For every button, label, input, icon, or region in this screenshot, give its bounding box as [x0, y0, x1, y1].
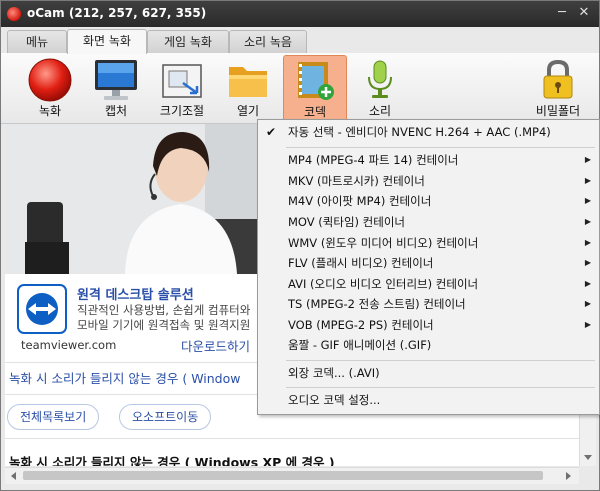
record-icon — [28, 58, 72, 102]
scroll-left-icon[interactable] — [9, 471, 17, 481]
submenu-arrow-icon: ▶ — [584, 155, 591, 164]
ocam-app-icon — [7, 7, 21, 21]
record-button[interactable]: 녹화 — [19, 55, 81, 121]
open-label: 열기 — [236, 104, 260, 118]
lock-icon — [543, 59, 573, 99]
menu-separator — [286, 147, 595, 148]
close-button[interactable]: ✕ — [575, 5, 593, 21]
submenu-arrow-icon: ▶ — [584, 196, 591, 205]
secret-folder-label: 비밀폴더 — [535, 104, 581, 118]
tab-audio-record[interactable]: 소리 녹음 — [229, 30, 307, 53]
ad-download-link[interactable]: 다운로드하기 — [181, 336, 250, 355]
ad-body-line-2: 모바일 기기에 원격접속 및 원격지원 — [77, 318, 251, 332]
open-button[interactable]: 열기 — [217, 55, 279, 121]
menu-item-auto-select[interactable]: ✔ 자동 선택 - 엔비디아 NVENC H.264 + AAC (.MP4) — [258, 122, 599, 142]
tab-menu[interactable]: 메뉴 — [7, 30, 67, 53]
folder-icon — [229, 67, 267, 97]
secret-folder-button[interactable]: 비밀폴더 — [527, 55, 589, 121]
capture-button[interactable]: 캡처 — [85, 55, 147, 121]
window-title: oCam (212, 257, 627, 355) — [27, 6, 207, 20]
resize-icon — [162, 64, 202, 98]
audio-label: 소리 — [368, 104, 392, 118]
submenu-arrow-icon: ▶ — [584, 176, 591, 185]
teamviewer-logo-icon — [17, 284, 67, 334]
ad-photo[interactable] — [5, 124, 257, 274]
codec-label: 코덱 — [303, 105, 327, 119]
view-all-button[interactable]: 전체목록보기 — [7, 404, 100, 430]
scroll-down-icon[interactable] — [583, 454, 593, 462]
resize-label: 크기조절 — [159, 104, 205, 118]
resize-button[interactable]: 크기조절 — [151, 55, 213, 121]
osoft-move-button[interactable]: 오소프트이동 — [119, 404, 212, 430]
article-link[interactable]: 녹화 시 소리가 들리지 않는 경우 ( Window — [9, 368, 240, 387]
ocam-window: oCam (212, 257, 627, 355) ─ ✕ 메뉴 화면 녹화 게… — [0, 0, 600, 491]
ad-body-line-1: 직관적인 사용방법, 손쉽게 컴퓨터와 — [77, 303, 251, 317]
article-heading: 녹화 시 소리가 들리지 않는 경우 ( Windows XP 에 경우 ) — [9, 455, 335, 466]
tab-screen-record[interactable]: 화면 녹화 — [67, 29, 147, 54]
menu-separator — [286, 387, 595, 388]
menu-item-wmv[interactable]: WMV (윈도우 미디어 비디오) 컨테이너 ▶ — [258, 233, 599, 253]
minimize-button[interactable]: ─ — [553, 5, 571, 21]
checkmark-icon: ✔ — [266, 125, 277, 139]
menu-item-gif[interactable]: 움짤 - GIF 애니메이션 (.GIF) — [258, 335, 599, 355]
title-bar[interactable]: oCam (212, 257, 627, 355) ─ ✕ — [1, 1, 599, 27]
ad-domain: teamviewer.com — [21, 338, 117, 352]
submenu-arrow-icon: ▶ — [584, 238, 591, 247]
film-codec-icon — [298, 62, 334, 100]
menu-separator — [286, 360, 595, 361]
divider — [5, 438, 579, 439]
menu-item-vob[interactable]: VOB (MPEG-2 PS) 컨테이너 ▶ — [258, 315, 599, 335]
codec-menu: ✔ 자동 선택 - 엔비디아 NVENC H.264 + AAC (.MP4) … — [257, 119, 600, 415]
ad-card[interactable]: 원격 데스크탑 솔루션 직관적인 사용방법, 손쉽게 컴퓨터와 모바일 기기에 … — [5, 274, 257, 362]
horizontal-scroll-thumb[interactable] — [23, 471, 543, 480]
monitor-icon — [95, 60, 137, 100]
menu-item-avi[interactable]: AVI (오디오 비디오 인터리브) 컨테이너 ▶ — [258, 274, 599, 294]
submenu-arrow-icon: ▶ — [584, 320, 591, 329]
tab-game-record[interactable]: 게임 녹화 — [147, 30, 229, 53]
toolbar: 녹화 캡처 크기조절 열기 코덱 소리 비밀폴더 — [1, 53, 599, 124]
scroll-right-icon[interactable] — [565, 471, 573, 481]
microphone-icon — [368, 60, 392, 98]
record-label: 녹화 — [38, 104, 62, 118]
tab-bar: 메뉴 화면 녹화 게임 녹화 소리 녹음 — [1, 27, 599, 54]
menu-item-flv[interactable]: FLV (플래시 비디오) 컨테이너 ▶ — [258, 253, 599, 273]
menu-item-mov[interactable]: MOV (퀵타임) 컨테이너 ▶ — [258, 212, 599, 232]
codec-button[interactable]: 코덱 — [283, 55, 347, 123]
menu-item-ts[interactable]: TS (MPEG-2 전송 스트림) 컨테이너 ▶ — [258, 294, 599, 314]
submenu-arrow-icon: ▶ — [584, 299, 591, 308]
capture-label: 캡처 — [104, 104, 128, 118]
horizontal-scrollbar[interactable] — [5, 467, 579, 484]
menu-item-mp4[interactable]: MP4 (MPEG-4 파트 14) 컨테이너 ▶ — [258, 150, 599, 170]
support-agent-image — [5, 124, 257, 274]
menu-item-external-codec[interactable]: 외장 코덱... (.AVI) — [258, 363, 599, 383]
menu-item-m4v[interactable]: M4V (아이팟 MP4) 컨테이너 ▶ — [258, 191, 599, 211]
ad-title[interactable]: 원격 데스크탑 솔루션 — [77, 284, 194, 303]
menu-item-mkv[interactable]: MKV (마트로시카) 컨테이너 ▶ — [258, 171, 599, 191]
submenu-arrow-icon: ▶ — [584, 217, 591, 226]
audio-button[interactable]: 소리 — [349, 55, 411, 121]
submenu-arrow-icon: ▶ — [584, 279, 591, 288]
menu-item-audio-codec-settings[interactable]: 오디오 코덱 설정... — [258, 390, 599, 410]
submenu-arrow-icon: ▶ — [584, 258, 591, 267]
